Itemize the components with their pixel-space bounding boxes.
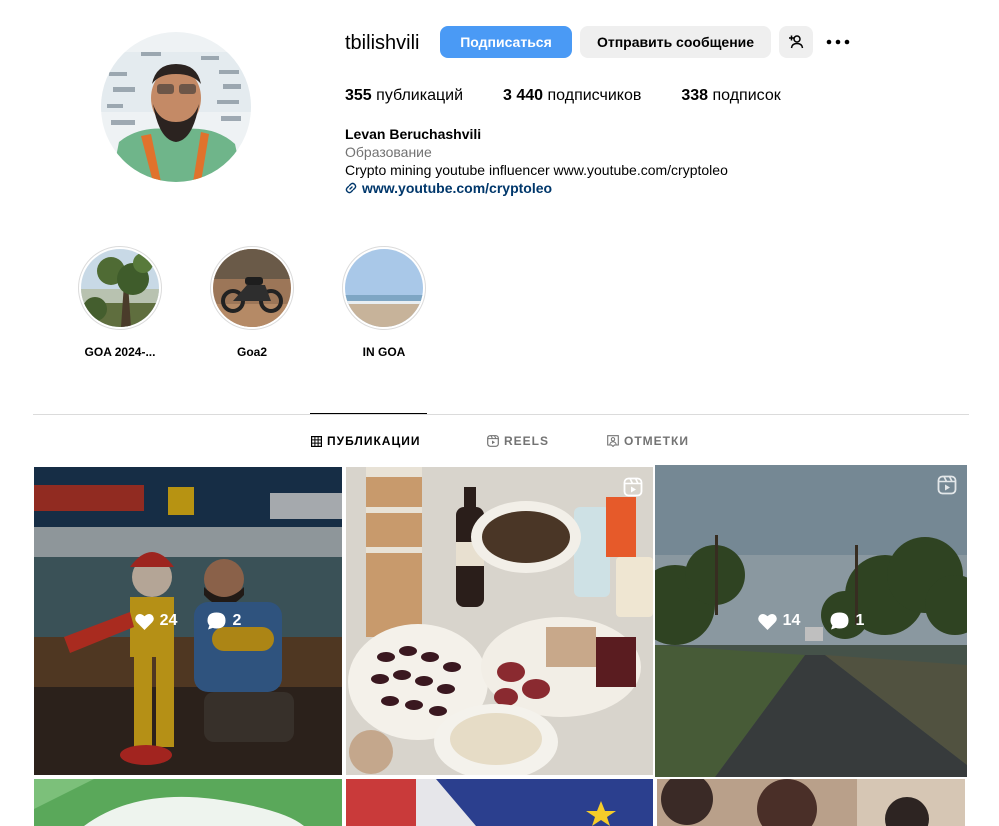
- followers-label: подписчиков: [547, 87, 642, 104]
- post-tile[interactable]: 14 1: [655, 465, 967, 777]
- tagged-icon: [607, 435, 619, 447]
- comments-stat: 1: [830, 612, 864, 630]
- posts-count: 355: [345, 87, 372, 104]
- posts-label: публикаций: [376, 87, 464, 104]
- posts-stat: 355 публикаций: [345, 86, 463, 106]
- highlight-ring: [78, 246, 162, 330]
- profile-bio-text: Crypto mining youtube influencer www.you…: [345, 162, 728, 178]
- profile-link-text: www.youtube.com/cryptoleo: [362, 180, 553, 196]
- profile-full-name: Levan Beruchashvili: [345, 126, 482, 142]
- suggested-accounts-button[interactable]: [779, 26, 813, 58]
- likes-stat: 24: [134, 612, 178, 630]
- highlight-label: IN GOA: [362, 345, 406, 359]
- reel-badge-icon: [937, 475, 957, 495]
- highlight-item[interactable]: Goa2: [210, 246, 294, 359]
- heart-icon: [757, 613, 777, 630]
- reel-badge-icon: [623, 477, 643, 497]
- post-stats-overlay: 14 1: [655, 465, 967, 777]
- highlight-cover: [213, 249, 291, 327]
- following-label: подписок: [712, 87, 781, 104]
- tab-tagged[interactable]: ОТМЕТКИ: [607, 433, 689, 449]
- add-person-icon: [789, 35, 804, 49]
- tab-posts[interactable]: ПУБЛИКАЦИИ: [311, 433, 420, 449]
- highlight-label: GOA 2024-...: [84, 345, 156, 359]
- profile-bio: Levan Beruchashvili Образование Crypto m…: [345, 125, 728, 197]
- followers-count: 3 440: [503, 87, 544, 104]
- heart-icon: [134, 613, 154, 630]
- likes-count: 14: [782, 612, 801, 629]
- likes-count: 24: [159, 612, 178, 629]
- profile-link[interactable]: www.youtube.com/cryptoleo: [345, 179, 728, 197]
- more-options-button[interactable]: [822, 26, 854, 58]
- comments-count: 1: [855, 612, 865, 629]
- post-tile[interactable]: [346, 467, 653, 775]
- post-image: [657, 779, 965, 826]
- following-stat[interactable]: 338 подписок: [681, 86, 780, 106]
- follow-button[interactable]: Подписаться: [440, 26, 572, 58]
- likes-stat: 14: [757, 612, 801, 630]
- profile-category: Образование: [345, 144, 432, 160]
- profile-avatar[interactable]: [101, 32, 251, 182]
- highlight-ring: [342, 246, 426, 330]
- tab-reels-label: REELS: [504, 434, 550, 448]
- active-tab-indicator: [310, 413, 427, 414]
- post-tile[interactable]: [657, 779, 965, 826]
- highlight-label: Goa2: [236, 345, 267, 359]
- profile-username: tbilishvili: [345, 32, 420, 54]
- tab-tagged-label: ОТМЕТКИ: [624, 434, 689, 448]
- post-tile[interactable]: 24 2: [34, 467, 342, 775]
- tab-posts-label: ПУБЛИКАЦИИ: [327, 434, 421, 448]
- tabs-divider: [33, 414, 969, 415]
- highlight-ring: [210, 246, 294, 330]
- highlight-item[interactable]: GOA 2024-...: [78, 246, 162, 359]
- comments-stat: 2: [207, 612, 241, 630]
- post-image: [346, 779, 653, 826]
- send-message-button[interactable]: Отправить сообщение: [580, 26, 771, 58]
- comment-icon: [830, 612, 849, 630]
- followers-stat[interactable]: 3 440 подписчиков: [503, 86, 641, 106]
- link-icon: [345, 182, 357, 194]
- post-tile[interactable]: [34, 779, 342, 826]
- highlight-item[interactable]: IN GOA: [342, 246, 426, 359]
- more-dots-icon: [826, 39, 850, 45]
- comment-icon: [207, 612, 226, 630]
- post-stats-overlay: 24 2: [34, 467, 342, 775]
- profile-stats: 355 публикаций 3 440 подписчиков 338 под…: [345, 86, 821, 106]
- highlight-cover: [345, 249, 423, 327]
- following-count: 338: [681, 87, 709, 104]
- post-tile[interactable]: [346, 779, 653, 826]
- highlight-cover: [81, 249, 159, 327]
- post-image: [34, 779, 342, 826]
- grid-icon: [311, 435, 322, 447]
- tab-reels[interactable]: REELS: [487, 433, 549, 449]
- post-image: [346, 467, 653, 775]
- reels-icon: [487, 435, 499, 447]
- comments-count: 2: [232, 612, 242, 629]
